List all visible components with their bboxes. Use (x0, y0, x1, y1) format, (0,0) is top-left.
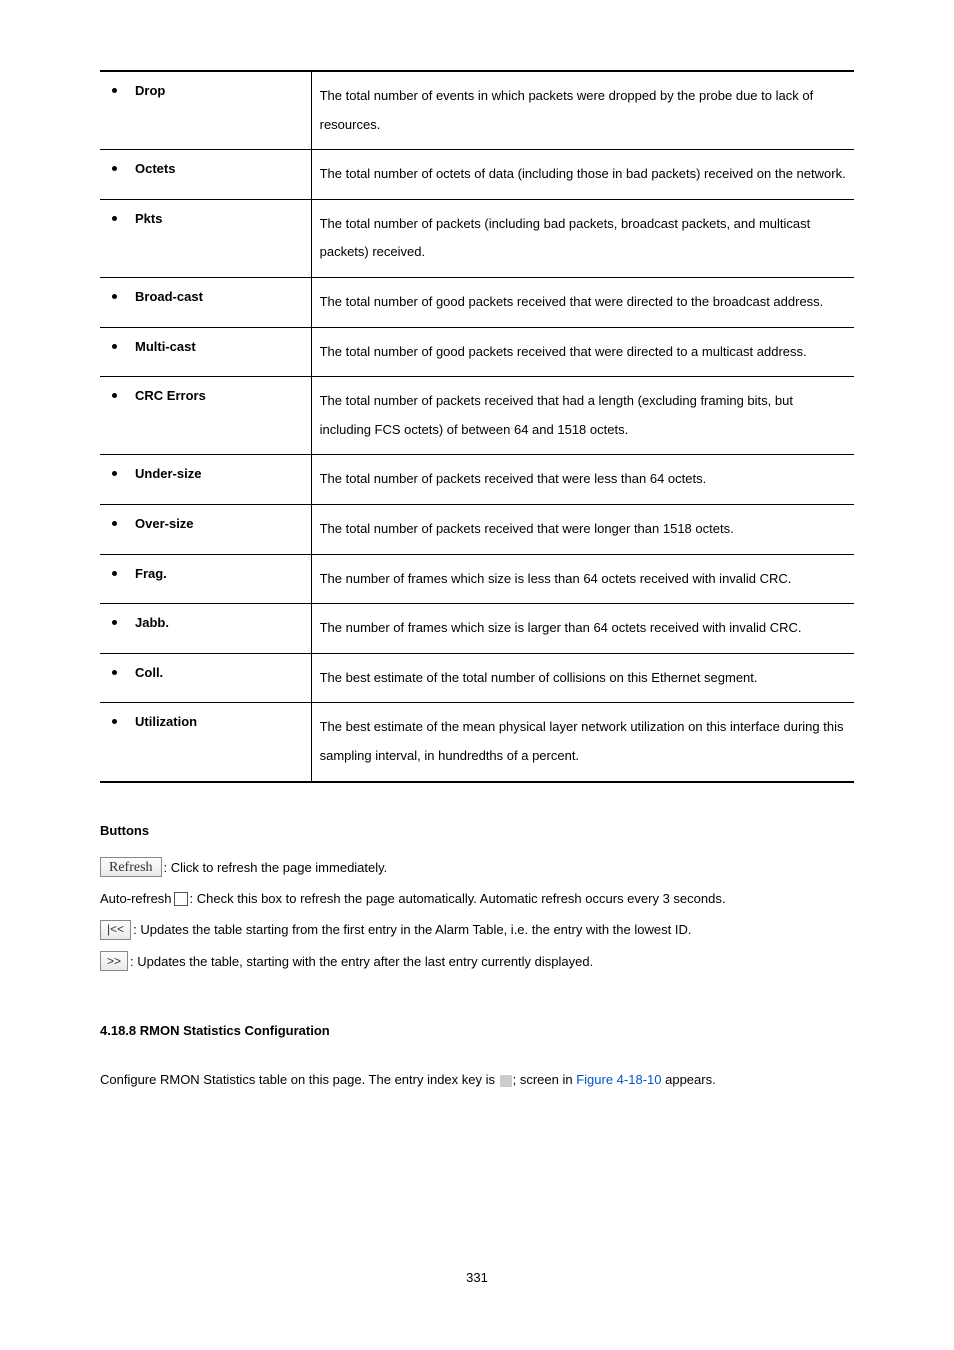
row-desc: The total number of packets received tha… (311, 504, 854, 554)
bullet-icon (112, 88, 117, 93)
row-desc: The total number of packets received tha… (311, 377, 854, 455)
buttons-heading: Buttons (100, 823, 854, 838)
next-page-button[interactable]: >> (100, 951, 128, 971)
row-label: Broad-cast (135, 288, 203, 306)
table-row: Multi-cast The total number of good packe… (100, 327, 854, 377)
table-row: Octets The total number of octets of data… (100, 150, 854, 200)
row-label: Jabb. (135, 614, 169, 632)
row-label-cell: Jabb. (100, 604, 311, 654)
table-row: Frag. The number of frames which size is … (100, 554, 854, 604)
bullet-icon (112, 620, 117, 625)
para-pre: Configure RMON Statistics table on this … (100, 1072, 499, 1087)
definitions-table: Drop The total number of events in which … (100, 70, 854, 783)
stat-config-paragraph: Configure RMON Statistics table on this … (100, 1068, 854, 1091)
row-label-cell: Octets (100, 150, 311, 200)
table-row: Utilization The best estimate of the mean… (100, 703, 854, 782)
autorefresh-desc: : Check this box to refresh the page aut… (190, 887, 726, 910)
autorefresh-checkbox[interactable] (174, 892, 188, 906)
bullet-icon (112, 294, 117, 299)
next-line: >> : Updates the table, starting with th… (100, 950, 854, 973)
para-post: appears. (662, 1072, 716, 1087)
refresh-button[interactable]: Refresh (100, 857, 162, 877)
bullet-icon (112, 471, 117, 476)
row-label-cell: Utilization (100, 703, 311, 782)
row-label-cell: Under-size (100, 455, 311, 505)
table-row: Pkts The total number of packets (includi… (100, 199, 854, 277)
table-row: Under-size The total number of packets re… (100, 455, 854, 505)
autorefresh-prefix: Auto-refresh (100, 887, 172, 910)
refresh-desc: : Click to refresh the page immediately. (164, 856, 388, 879)
row-desc: The number of frames which size is less … (311, 554, 854, 604)
id-key-box (500, 1075, 512, 1087)
row-desc: The total number of packets (including b… (311, 199, 854, 277)
row-desc: The best estimate of the mean physical l… (311, 703, 854, 782)
row-label-cell: Pkts (100, 199, 311, 277)
row-label: Utilization (135, 713, 197, 731)
row-label: Drop (135, 82, 165, 100)
next-desc: : Updates the table, starting with the e… (130, 950, 593, 973)
para-mid: ; screen in (513, 1072, 577, 1087)
bullet-icon (112, 571, 117, 576)
bullet-icon (112, 719, 117, 724)
row-label: Under-size (135, 465, 201, 483)
row-desc: The total number of good packets receive… (311, 277, 854, 327)
bullet-icon (112, 393, 117, 398)
row-desc: The total number of octets of data (incl… (311, 150, 854, 200)
row-label-cell: Multi-cast (100, 327, 311, 377)
table-row: Jabb. The number of frames which size is … (100, 604, 854, 654)
row-label-cell: Coll. (100, 653, 311, 703)
autorefresh-line: Auto-refresh : Check this box to refresh… (100, 887, 854, 910)
row-desc: The total number of events in which pack… (311, 71, 854, 150)
row-label: Octets (135, 160, 175, 178)
stat-config-heading: 4.18.8 RMON Statistics Configuration (100, 1023, 854, 1038)
row-label: Multi-cast (135, 338, 196, 356)
row-label-cell: Frag. (100, 554, 311, 604)
figure-link[interactable]: Figure 4-18-10 (576, 1072, 661, 1087)
table-row: CRC Errors The total number of packets re… (100, 377, 854, 455)
table-row: Coll. The best estimate of the total numb… (100, 653, 854, 703)
table-row: Drop The total number of events in which … (100, 71, 854, 150)
bullet-icon (112, 670, 117, 675)
first-desc: : Updates the table starting from the fi… (133, 918, 691, 941)
row-desc: The number of frames which size is large… (311, 604, 854, 654)
row-desc: The total number of good packets receive… (311, 327, 854, 377)
row-label-cell: CRC Errors (100, 377, 311, 455)
bullet-icon (112, 344, 117, 349)
row-label: Pkts (135, 210, 162, 228)
row-label-cell: Over-size (100, 504, 311, 554)
bullet-icon (112, 216, 117, 221)
row-label: Frag. (135, 565, 167, 583)
bullet-icon (112, 521, 117, 526)
row-label: Coll. (135, 664, 163, 682)
row-desc: The best estimate of the total number of… (311, 653, 854, 703)
refresh-line: Refresh : Click to refresh the page imme… (100, 856, 854, 879)
table-row: Over-size The total number of packets rec… (100, 504, 854, 554)
first-line: |<< : Updates the table starting from th… (100, 918, 854, 941)
table-row: Broad-cast The total number of good packe… (100, 277, 854, 327)
page-number: 331 (0, 1270, 954, 1285)
row-label-cell: Drop (100, 71, 311, 150)
bullet-icon (112, 166, 117, 171)
row-label: Over-size (135, 515, 194, 533)
row-label-cell: Broad-cast (100, 277, 311, 327)
row-desc: The total number of packets received tha… (311, 455, 854, 505)
row-label: CRC Errors (135, 387, 206, 405)
first-page-button[interactable]: |<< (100, 920, 131, 940)
